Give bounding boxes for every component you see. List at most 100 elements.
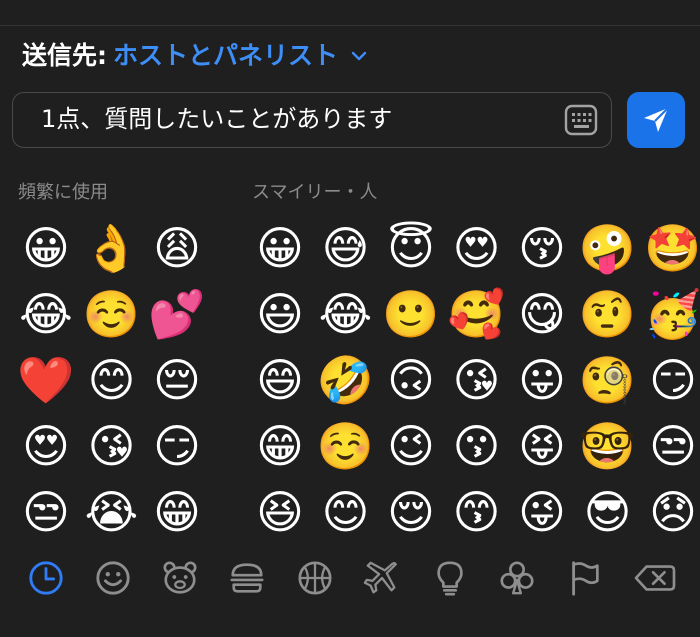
emoji-glyph: 😂	[318, 287, 373, 341]
emoji-cell[interactable]: 🙃	[381, 350, 441, 410]
emoji-cell[interactable]: 😏	[643, 350, 700, 410]
emoji-cell[interactable]: 😂	[16, 284, 76, 344]
emoji-glyph: 😁	[153, 485, 201, 539]
keyboard-icon[interactable]	[563, 103, 599, 137]
emoji-glyph: 🥰	[447, 287, 506, 341]
lightbulb-icon	[437, 561, 463, 596]
send-button[interactable]	[627, 92, 685, 148]
emoji-cell[interactable]: 🧐	[578, 350, 638, 410]
emoji-glyph: 😙	[452, 485, 501, 539]
emoji-cell[interactable]: 😆	[250, 482, 310, 542]
emoji-glyph: 😀	[256, 221, 304, 275]
category-activity[interactable]	[295, 558, 335, 598]
emoji-glyph: 🤨	[578, 287, 637, 341]
emoji-cell[interactable]: 😚	[512, 218, 572, 278]
emoji-cell[interactable]: 😒	[643, 416, 700, 476]
backspace-button[interactable]	[633, 558, 677, 598]
emoji-cell[interactable]: 😞	[643, 482, 700, 542]
message-text[interactable]: 1点、質問したいことがあります	[41, 93, 392, 146]
emoji-glyph: 😘	[452, 353, 501, 407]
recipient-value[interactable]: ホストとパネリスト	[113, 36, 338, 72]
emoji-glyph: 😩	[153, 221, 201, 275]
emoji-cell[interactable]: 🤓	[578, 416, 638, 476]
club-icon	[500, 561, 534, 595]
emoji-cell[interactable]: 🤣	[316, 350, 376, 410]
emoji-cell[interactable]: 🥳	[643, 284, 700, 344]
emoji-cell[interactable]: 😘	[82, 416, 142, 476]
emoji-cell[interactable]: 😏	[147, 416, 207, 476]
emoji-glyph: 😅	[321, 221, 370, 275]
emoji-cell[interactable]: ☺️	[316, 416, 376, 476]
emoji-cell[interactable]: ☺️	[82, 284, 142, 344]
emoji-cell[interactable]: 😙	[447, 482, 507, 542]
recipient-selector[interactable]: 送信先: ホストとパネリスト	[22, 36, 368, 72]
emoji-glyph: 😒	[22, 485, 70, 539]
emoji-glyph: 😂	[19, 287, 73, 341]
emoji-cell[interactable]: 😊	[82, 350, 142, 410]
emoji-cell[interactable]: 🤨	[578, 284, 638, 344]
emoji-cell[interactable]: 😛	[512, 350, 572, 410]
emoji-cell[interactable]: 😘	[447, 350, 507, 410]
emoji-cell[interactable]: 😜	[512, 482, 572, 542]
emoji-glyph: 😏	[649, 353, 697, 407]
emoji-cell[interactable]: 😍	[16, 416, 76, 476]
emoji-cell[interactable]: 🙂	[381, 284, 441, 344]
emoji-cell[interactable]: 😁	[147, 482, 207, 542]
emoji-cell[interactable]: 😀	[250, 218, 310, 278]
emoji-cell[interactable]: 😇	[381, 218, 441, 278]
emoji-cell[interactable]: 😭	[82, 482, 142, 542]
emoji-cell[interactable]: 🤪	[578, 218, 638, 278]
emoji-glyph: 😝	[518, 419, 566, 473]
emoji-cell[interactable]: 😔	[147, 350, 207, 410]
emoji-cell[interactable]: 😩	[147, 218, 207, 278]
emoji-cell[interactable]: ❤️	[16, 350, 76, 410]
category-flags[interactable]	[565, 558, 605, 598]
emoji-cell[interactable]: 👌	[82, 218, 142, 278]
emoji-cell[interactable]: 😊	[316, 482, 376, 542]
category-symbols[interactable]	[497, 558, 537, 598]
flag-icon	[572, 561, 599, 596]
emoji-cell[interactable]: 😀	[16, 218, 76, 278]
emoji-cell[interactable]: 😂	[316, 284, 376, 344]
category-smileys[interactable]	[93, 558, 133, 598]
emoji-cell[interactable]: 😃	[250, 284, 310, 344]
backspace-icon	[634, 565, 676, 591]
emoji-cell[interactable]: 🥰	[447, 284, 507, 344]
emoji-glyph: 😍	[22, 419, 70, 473]
emoji-cell[interactable]: 😉	[381, 416, 441, 476]
section-smileys-label: スマイリー・人	[252, 182, 378, 203]
emoji-cell[interactable]: 😎	[578, 482, 638, 542]
emoji-cell[interactable]: 😌	[381, 482, 441, 542]
emoji-cell[interactable]: 😁	[250, 416, 310, 476]
emoji-cell[interactable]: 😍	[447, 218, 507, 278]
emoji-glyph: 😛	[518, 353, 566, 407]
emoji-glyph: 😏	[153, 419, 201, 473]
category-animals[interactable]	[160, 558, 200, 598]
emoji-cell[interactable]: 😄	[250, 350, 310, 410]
emoji-cell[interactable]: 😅	[316, 218, 376, 278]
category-travel[interactable]	[362, 558, 402, 598]
emoji-glyph: ❤️	[17, 353, 75, 407]
emoji-cell[interactable]: 💕	[147, 284, 207, 344]
emoji-glyph: 😀	[22, 221, 70, 275]
emoji-glyph: 🙃	[387, 353, 435, 407]
emoji-glyph: ☺️	[82, 287, 141, 341]
emoji-glyph: 🤓	[578, 419, 637, 473]
category-recent[interactable]	[26, 558, 66, 598]
emoji-glyph: 🧐	[578, 353, 637, 407]
emoji-glyph: 😃	[256, 287, 304, 341]
emoji-glyph: 😞	[649, 485, 697, 539]
category-objects[interactable]	[430, 558, 470, 598]
message-input[interactable]: 1点、質問したいことがあります	[12, 92, 612, 148]
category-food[interactable]	[227, 558, 267, 598]
emoji-cell[interactable]: 😋	[512, 284, 572, 344]
emoji-cell[interactable]: 🤩	[643, 218, 700, 278]
emoji-cell[interactable]: 😒	[16, 482, 76, 542]
emoji-glyph: 💕	[148, 287, 206, 341]
chevron-down-icon[interactable]	[350, 47, 368, 65]
emoji-cell[interactable]: 😗	[447, 416, 507, 476]
emoji-cell[interactable]: 😝	[512, 416, 572, 476]
category-bar	[0, 548, 700, 608]
emoji-glyph: 😍	[452, 221, 501, 275]
section-frequent-label: 頻繁に使用	[18, 182, 108, 203]
